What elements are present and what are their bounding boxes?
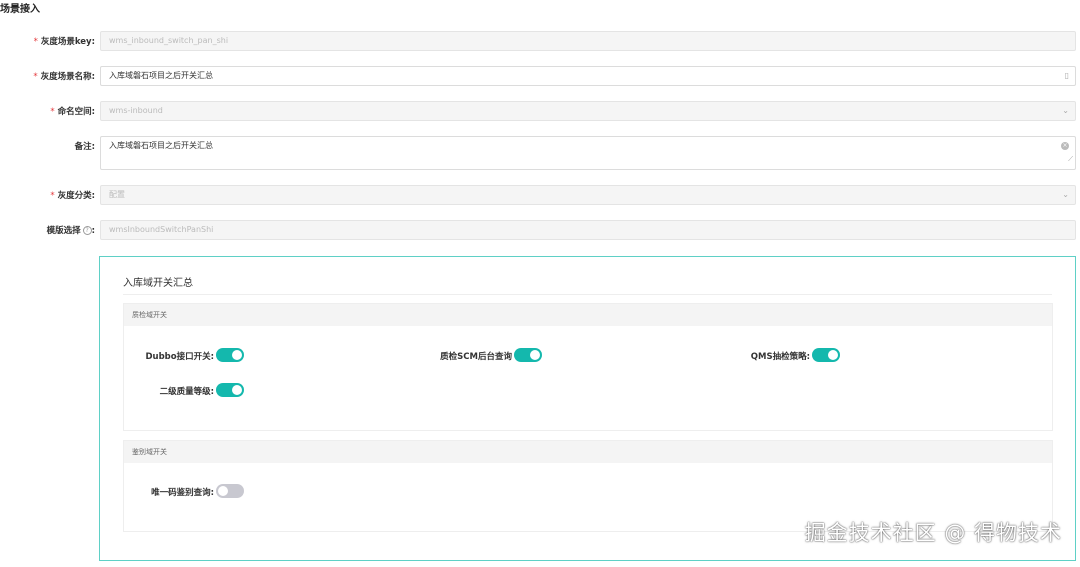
required-mark: * [50, 107, 55, 117]
required-mark: * [33, 37, 38, 47]
help-icon[interactable]: ? [82, 226, 92, 235]
category-row: * 灰度分类: 配置 ⌄ [0, 185, 1080, 205]
section-title: 质检域开关 [124, 304, 1052, 326]
toggle-knob [232, 385, 242, 395]
section-title: 鉴别域开关 [124, 441, 1052, 463]
template-field[interactable]: wmsInboundSwitchPanShi [100, 220, 1076, 240]
panel-title: 入库域开关汇总 [123, 278, 193, 289]
toggle-knob [828, 350, 838, 360]
switch-item-unique-code: 唯一码鉴别查询: [124, 484, 244, 498]
category-label: * 灰度分类: [50, 191, 95, 201]
namespace-row: * 命名空间: wms-inbound ⌄ [0, 101, 1080, 121]
remark-label: 备注: [74, 142, 95, 152]
chevron-down-icon: ⌄ [1062, 106, 1069, 115]
scene-name-row: * 灰度场景名称: 入库域磐石项目之后开关汇总 ▯ [0, 66, 1080, 86]
quality-level-toggle[interactable] [216, 383, 244, 397]
remark-row: 备注: 入库域磐石项目之后开关汇总 × ⟋ [0, 136, 1080, 170]
category-select[interactable]: 配置 ⌄ [100, 185, 1076, 205]
chevron-down-icon: ⌄ [1062, 190, 1069, 199]
switch-item-quality-level: 二级质量等级: [124, 383, 244, 397]
toggle-knob [218, 486, 228, 496]
required-mark: * [50, 191, 55, 201]
unique-code-toggle[interactable] [216, 484, 244, 498]
switch-item-qms: QMS抽检策略: [124, 348, 840, 362]
panel-divider [123, 294, 1052, 295]
page-title: 场景接入 [0, 4, 40, 15]
watermark: 掘金技术社区 @ 得物技术 [804, 521, 1062, 545]
scene-key-field[interactable]: wms_inbound_switch_pan_shi [100, 31, 1076, 51]
namespace-select[interactable]: wms-inbound ⌄ [100, 101, 1076, 121]
resize-handle-icon[interactable]: ⟋ [1068, 150, 1073, 168]
switch-summary-panel: 入库域开关汇总 质检域开关 Dubbo接口开关: 质检SCM后台查询 QMS抽检… [99, 256, 1076, 561]
template-label: 模版选择?: [46, 226, 95, 236]
scene-key-row: * 灰度场景key: wms_inbound_switch_pan_shi [0, 31, 1080, 51]
required-mark: * [33, 72, 38, 82]
scene-name-label: * 灰度场景名称: [33, 72, 95, 82]
namespace-label: * 命名空间: [50, 107, 95, 117]
template-row: 模版选择?: wmsInboundSwitchPanShi [0, 220, 1080, 240]
scene-name-field[interactable]: 入库域磐石项目之后开关汇总 ▯ [100, 66, 1076, 86]
qms-strategy-toggle[interactable] [812, 348, 840, 362]
remark-textarea[interactable]: 入库域磐石项目之后开关汇总 × ⟋ [100, 136, 1076, 170]
scene-key-label: * 灰度场景key: [33, 37, 95, 47]
quality-inspection-section: 质检域开关 Dubbo接口开关: 质检SCM后台查询 QMS抽检策略: 二级质量… [123, 303, 1053, 431]
clear-icon[interactable]: × [1061, 142, 1069, 150]
input-suffix-icon[interactable]: ▯ [1065, 67, 1069, 85]
